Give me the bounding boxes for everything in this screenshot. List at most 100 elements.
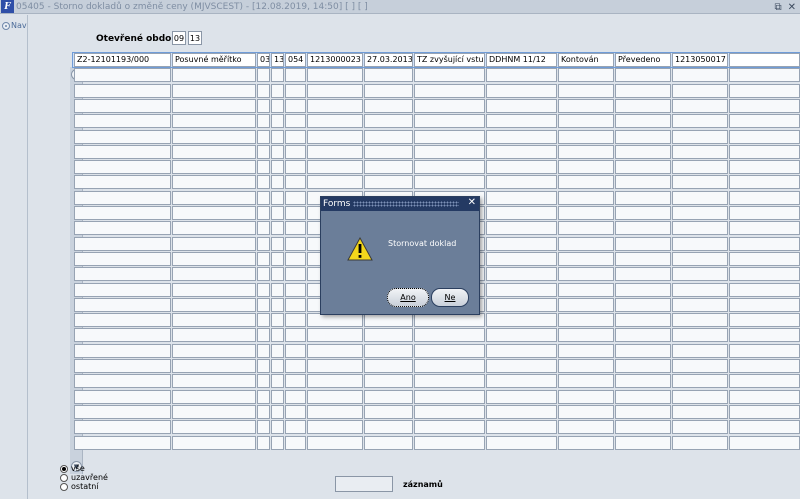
table-cell[interactable] (558, 221, 614, 236)
no-button[interactable]: Ne (431, 288, 469, 307)
table-cell[interactable] (672, 98, 728, 113)
table-cell[interactable] (285, 420, 306, 435)
table-cell[interactable] (414, 83, 485, 98)
table-cell[interactable] (558, 328, 614, 343)
table-cell[interactable] (615, 420, 671, 435)
table-cell[interactable] (672, 114, 728, 129)
table-cell[interactable] (285, 297, 306, 312)
table-cell[interactable] (486, 297, 557, 312)
table-cell[interactable] (307, 359, 363, 373)
table-cell[interactable] (558, 206, 614, 220)
table-cell[interactable] (271, 420, 284, 435)
table-cell[interactable] (364, 359, 413, 373)
table-cell[interactable] (172, 389, 256, 404)
table-cell[interactable] (615, 435, 671, 450)
table-cell[interactable] (364, 328, 413, 343)
table-cell[interactable] (615, 404, 671, 419)
table-cell[interactable] (172, 190, 256, 205)
table-cell[interactable] (486, 190, 557, 205)
table-cell-selected[interactable]: 13 (271, 53, 284, 67)
table-cell[interactable] (172, 160, 256, 175)
table-cell[interactable] (271, 435, 284, 450)
table-cell[interactable] (364, 144, 413, 159)
table-cell[interactable] (172, 251, 256, 266)
table-cell[interactable] (672, 68, 728, 83)
table-cell[interactable] (729, 221, 800, 236)
table-cell-selected[interactable]: TZ zvyšující vstup. (414, 53, 485, 67)
table-cell[interactable] (414, 175, 485, 190)
table-cell[interactable] (486, 206, 557, 220)
table-cell[interactable] (172, 374, 256, 389)
table-cell[interactable] (615, 328, 671, 343)
table-cell[interactable] (486, 267, 557, 282)
table-cell[interactable] (364, 160, 413, 175)
table-cell[interactable] (271, 374, 284, 389)
table-cell[interactable] (558, 236, 614, 251)
table-cell[interactable] (172, 221, 256, 236)
table-cell[interactable] (257, 328, 270, 343)
table-cell[interactable] (672, 420, 728, 435)
table-cell[interactable] (672, 160, 728, 175)
table-cell[interactable] (257, 420, 270, 435)
table-cell[interactable] (558, 160, 614, 175)
table-cell-selected[interactable]: Kontován (558, 53, 614, 67)
table-cell[interactable] (558, 129, 614, 144)
table-cell[interactable] (307, 420, 363, 435)
radio-button-icon[interactable] (60, 473, 68, 482)
table-cell[interactable] (307, 175, 363, 190)
table-cell[interactable] (257, 129, 270, 144)
close-icon[interactable]: ✕ (788, 2, 796, 13)
nav-link[interactable]: Nav (2, 21, 27, 30)
table-cell[interactable] (729, 114, 800, 129)
table-cell[interactable] (615, 190, 671, 205)
table-cell[interactable] (558, 190, 614, 205)
table-cell[interactable] (74, 175, 171, 190)
table-cell[interactable] (285, 68, 306, 83)
table-cell[interactable] (558, 175, 614, 190)
table-cell[interactable] (257, 68, 270, 83)
table-cell[interactable] (307, 374, 363, 389)
table-cell[interactable] (615, 251, 671, 266)
table-cell[interactable] (74, 313, 171, 328)
table-cell[interactable] (172, 98, 256, 113)
table-cell[interactable] (74, 160, 171, 175)
table-cell-selected[interactable]: 27.03.2013 1 (364, 53, 413, 67)
table-cell[interactable] (729, 282, 800, 297)
table-cell[interactable] (74, 389, 171, 404)
table-cell[interactable] (558, 374, 614, 389)
table-cell[interactable] (672, 313, 728, 328)
table-cell[interactable] (172, 206, 256, 220)
table-cell[interactable] (74, 420, 171, 435)
table-cell[interactable] (271, 160, 284, 175)
table-cell[interactable] (615, 68, 671, 83)
table-cell[interactable] (729, 251, 800, 266)
table-cell[interactable] (729, 206, 800, 220)
table-cell-selected[interactable] (729, 53, 800, 67)
table-cell[interactable] (307, 114, 363, 129)
table-cell[interactable] (558, 297, 614, 312)
table-cell[interactable] (257, 221, 270, 236)
table-cell[interactable] (74, 435, 171, 450)
table-cell[interactable] (414, 144, 485, 159)
table-cell[interactable] (74, 206, 171, 220)
table-cell[interactable] (486, 68, 557, 83)
table-cell[interactable] (414, 313, 485, 328)
table-cell[interactable] (364, 435, 413, 450)
table-cell[interactable] (364, 389, 413, 404)
table-cell[interactable] (271, 114, 284, 129)
table-cell[interactable] (74, 343, 171, 358)
table-cell[interactable] (486, 420, 557, 435)
table-cell[interactable] (74, 190, 171, 205)
table-cell[interactable] (364, 129, 413, 144)
table-cell[interactable] (74, 236, 171, 251)
table-cell[interactable] (285, 251, 306, 266)
table-cell[interactable] (414, 160, 485, 175)
table-cell[interactable] (729, 68, 800, 83)
table-cell[interactable] (558, 114, 614, 129)
table-cell[interactable] (257, 282, 270, 297)
table-cell[interactable] (558, 267, 614, 282)
table-cell[interactable] (672, 359, 728, 373)
table-cell[interactable] (672, 435, 728, 450)
table-cell[interactable] (729, 190, 800, 205)
table-cell[interactable] (672, 343, 728, 358)
